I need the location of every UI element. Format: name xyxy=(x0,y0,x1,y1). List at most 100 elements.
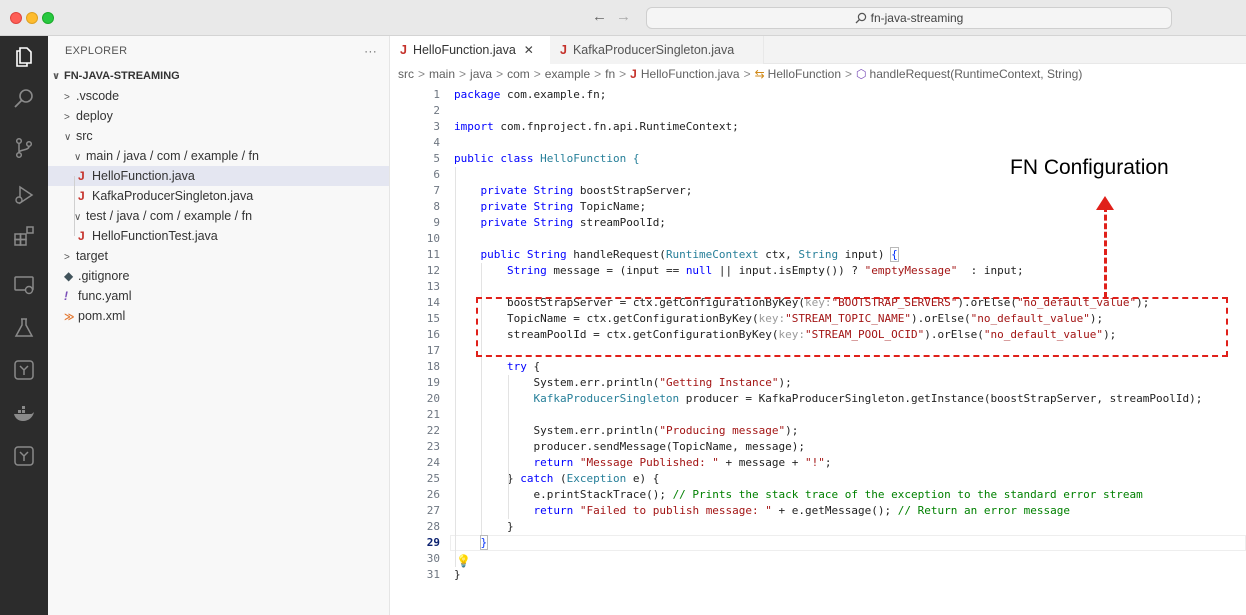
line-number: 5 xyxy=(433,152,440,165)
docker-icon[interactable] xyxy=(12,402,36,426)
oci-extension-icon[interactable] xyxy=(12,358,36,382)
tree-item-src[interactable]: ∨ src xyxy=(48,126,389,146)
line-number: 27 xyxy=(426,504,440,517)
editor-tabs: J HelloFunction.java ✕ J KafkaProducerSingl… xyxy=(390,36,1246,64)
run-debug-icon[interactable] xyxy=(12,183,36,207)
tree-item-label: func.yaml xyxy=(78,289,132,303)
tree-item-label: HelloFunctionTest.java xyxy=(92,229,218,243)
breadcrumb-src[interactable]: src xyxy=(398,67,414,81)
tree-item-label: pom.xml xyxy=(78,309,126,323)
tab-kafka-producer[interactable]: J KafkaProducerSingleton.java xyxy=(550,36,764,64)
line-number: 11 xyxy=(426,248,440,261)
tree-item-func-yaml[interactable]: ! func.yaml xyxy=(48,286,389,306)
breadcrumb-method[interactable]: handleRequest(RuntimeContext, String) xyxy=(870,67,1083,81)
explorer-sidebar: EXPLORER ··· ∨ FN-JAVA-STREAMING > .vscode… xyxy=(48,36,390,615)
breadcrumb-fn[interactable]: fn xyxy=(605,67,615,81)
breadcrumb-class[interactable]: HelloFunction xyxy=(768,67,841,81)
line-number: 13 xyxy=(426,280,440,293)
java-file-icon: J xyxy=(560,43,567,57)
breadcrumb: src > main > java > com > example > fn > J HelloFunct… xyxy=(398,67,1083,81)
tab-label: HelloFunction.java xyxy=(412,43,516,57)
java-file-icon: J xyxy=(78,229,85,243)
explorer-icon[interactable] xyxy=(12,45,36,69)
oci-functions-icon[interactable] xyxy=(12,444,36,468)
line-number: 6 xyxy=(433,168,440,181)
java-file-icon: J xyxy=(630,67,637,81)
line-number: 26 xyxy=(426,488,440,501)
method-cube-icon: ⬡ xyxy=(856,67,867,81)
line-number: 16 xyxy=(426,328,440,341)
maximize-window-button[interactable] xyxy=(42,12,54,24)
tree-item-main-path[interactable]: ∨ main / java / com / example / fn xyxy=(48,146,389,166)
code-line: 4 xyxy=(390,135,1246,151)
command-center-search[interactable]: fn-java-streaming xyxy=(646,7,1172,29)
tree-item-gitignore[interactable]: ◆ .gitignore xyxy=(48,266,389,286)
chevron-down-icon: ∨ xyxy=(64,132,72,143)
chevron-down-icon: ∨ xyxy=(74,212,82,223)
close-window-button[interactable] xyxy=(10,12,22,24)
code-line: 19 System.err.println("Getting Instance"… xyxy=(390,375,1246,391)
line-number: 7 xyxy=(433,184,440,197)
chevron-down-icon: ∨ xyxy=(52,71,61,82)
line-number: 28 xyxy=(426,520,440,533)
breadcrumb-com[interactable]: com xyxy=(507,67,530,81)
back-arrow-icon[interactable]: ← xyxy=(592,8,607,25)
explorer-header: EXPLORER ··· xyxy=(48,36,389,66)
search-view-icon[interactable] xyxy=(12,87,36,111)
tab-hello-function[interactable]: J HelloFunction.java ✕ xyxy=(390,36,550,64)
explorer-title: EXPLORER xyxy=(65,45,128,57)
project-root[interactable]: ∨ FN-JAVA-STREAMING xyxy=(48,66,389,86)
code-line: 3 import com.fnproject.fn.api.RuntimeCont… xyxy=(390,119,1246,135)
breadcrumb-java[interactable]: java xyxy=(470,67,492,81)
testing-flask-icon[interactable] xyxy=(12,316,36,340)
code-line: 9 private String streamPoolId; xyxy=(390,215,1246,231)
code-line: 1 package com.example.fn; xyxy=(390,87,1246,103)
breadcrumb-example[interactable]: example xyxy=(545,67,590,81)
remote-explorer-icon[interactable] xyxy=(12,273,36,297)
line-number: 1 xyxy=(433,88,440,101)
code-line: 2 xyxy=(390,103,1246,119)
config-highlight-box xyxy=(476,297,1228,357)
activity-bar xyxy=(0,36,48,615)
tree-item-deploy[interactable]: > deploy xyxy=(48,106,389,126)
code-line: 24 return "Message Published: " + messag… xyxy=(390,455,1246,471)
tree-item-test-path[interactable]: ∨ test / java / com / example / fn xyxy=(48,206,389,226)
java-file-icon: J xyxy=(78,189,85,203)
line-number: 4 xyxy=(433,136,440,149)
line-number: 12 xyxy=(426,264,440,277)
breadcrumb-file[interactable]: HelloFunction.java xyxy=(641,67,740,81)
lightbulb-icon[interactable]: 💡 xyxy=(456,554,471,568)
more-actions-icon[interactable]: ··· xyxy=(364,36,377,66)
tree-item-kafka-producer[interactable]: J KafkaProducerSingleton.java xyxy=(48,186,389,206)
tree-item-hello-function-test[interactable]: J HelloFunctionTest.java xyxy=(48,226,389,246)
extensions-icon[interactable] xyxy=(12,224,36,248)
title-bar: ← → fn-java-streaming xyxy=(0,0,1246,36)
minimize-window-button[interactable] xyxy=(26,12,38,24)
tree-item-target[interactable]: > target xyxy=(48,246,389,266)
code-line: 8 private String TopicName; xyxy=(390,199,1246,215)
line-number: 17 xyxy=(426,344,440,357)
code-line: 13 xyxy=(390,279,1246,295)
breadcrumb-main[interactable]: main xyxy=(429,67,455,81)
line-number: 2 xyxy=(433,104,440,117)
close-tab-icon[interactable]: ✕ xyxy=(524,43,534,57)
indent-guide xyxy=(74,176,75,236)
line-number: 3 xyxy=(433,120,440,133)
source-control-icon[interactable] xyxy=(12,136,36,160)
line-number: 10 xyxy=(426,232,440,245)
tree-item-label: deploy xyxy=(76,109,113,123)
tree-item-hello-function[interactable]: J HelloFunction.java xyxy=(48,166,389,186)
code-line-current: 29 } xyxy=(390,535,1246,551)
tree-item-label: .vscode xyxy=(76,89,120,103)
line-number: 20 xyxy=(426,392,440,405)
line-number: 8 xyxy=(433,200,440,213)
line-number: 25 xyxy=(426,472,440,485)
line-number: 23 xyxy=(426,440,440,453)
tree-item-vscode[interactable]: > .vscode xyxy=(48,86,389,106)
code-line: 11 public String handleRequest(RuntimeCo… xyxy=(390,247,1246,263)
line-number: 14 xyxy=(426,296,440,309)
project-name: FN-JAVA-STREAMING xyxy=(64,70,180,82)
forward-arrow-icon[interactable]: → xyxy=(616,8,631,25)
tree-item-pom-xml[interactable]: ≫ pom.xml xyxy=(48,306,389,326)
code-line: 31} xyxy=(390,567,1246,583)
